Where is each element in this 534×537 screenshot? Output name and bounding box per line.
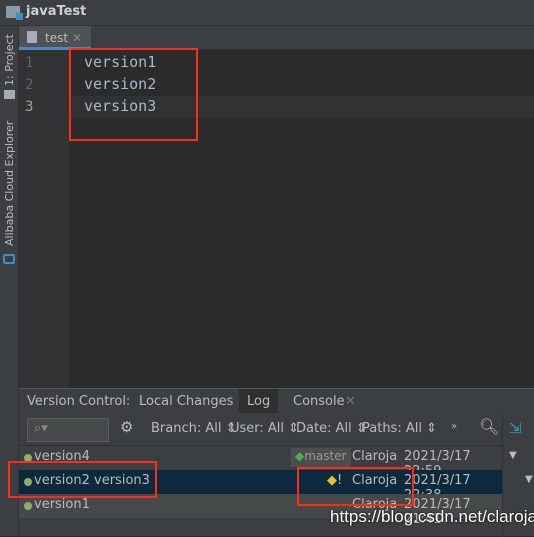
left-tool-strip: 1: Project Alibaba Cloud Explorer <box>0 26 19 536</box>
close-console-icon[interactable]: ✕ <box>337 389 364 413</box>
filter-user[interactable]: User: All ⇕ <box>230 421 299 436</box>
filter-branch[interactable]: Branch: All ⇕ <box>151 421 237 436</box>
editor-tab-test[interactable]: test ✕ <box>19 26 91 50</box>
annotation-box <box>297 467 414 506</box>
filter-date[interactable]: Date: All ⇕ <box>296 421 367 436</box>
commit-message: version1 <box>34 497 90 512</box>
folder-icon <box>4 90 15 99</box>
annotation-box <box>69 48 198 141</box>
alibaba-cloud-icon <box>3 254 15 264</box>
tag-icon: ◆ <box>295 449 305 463</box>
file-icon <box>27 31 37 43</box>
commit-author: Claroja <box>352 449 398 464</box>
log-toolbar: ⌕▾ ⚙ Branch: All ⇕ User: All ⇕ Date: All… <box>19 414 502 446</box>
watermark: https://blog.csdn.net/claroja <box>330 507 534 526</box>
project-folder-icon <box>6 6 23 20</box>
expand-triangle-icon[interactable]: ▼ <box>509 450 517 461</box>
search-icon[interactable]: 🔍︎ <box>479 417 499 436</box>
collapse-arrows-icon[interactable]: ⇲ <box>509 419 522 437</box>
annotation-box <box>8 461 157 498</box>
line-number: 3 <box>25 99 34 115</box>
close-tab-icon[interactable]: ✕ <box>72 31 82 45</box>
log-search-input[interactable]: ⌕▾ <box>27 418 109 442</box>
more-icon[interactable]: » <box>451 421 457 432</box>
tab-label: test <box>45 31 69 45</box>
title-bar: javaTest <box>0 0 534 26</box>
line-number: 2 <box>25 77 34 93</box>
settings-gear-icon[interactable]: ⚙ <box>120 418 133 436</box>
tool-project[interactable]: 1: Project <box>3 34 16 86</box>
filter-paths[interactable]: Paths: All ⇕ <box>362 421 437 436</box>
commit-dot <box>24 502 32 510</box>
editor-tab-bar: test ✕ <box>19 26 534 50</box>
line-number: 1 <box>25 55 34 71</box>
tab-log[interactable]: Log <box>239 389 279 413</box>
panel-label: Version Control: <box>27 394 131 409</box>
branch-label: ◆master <box>291 448 351 467</box>
expand-triangle-icon[interactable]: ▼ <box>525 474 533 485</box>
tab-local-changes[interactable]: Local Changes <box>131 389 241 413</box>
tool-alibaba-cloud-explorer[interactable]: Alibaba Cloud Explorer <box>3 121 16 246</box>
project-title: javaTest <box>26 4 87 19</box>
